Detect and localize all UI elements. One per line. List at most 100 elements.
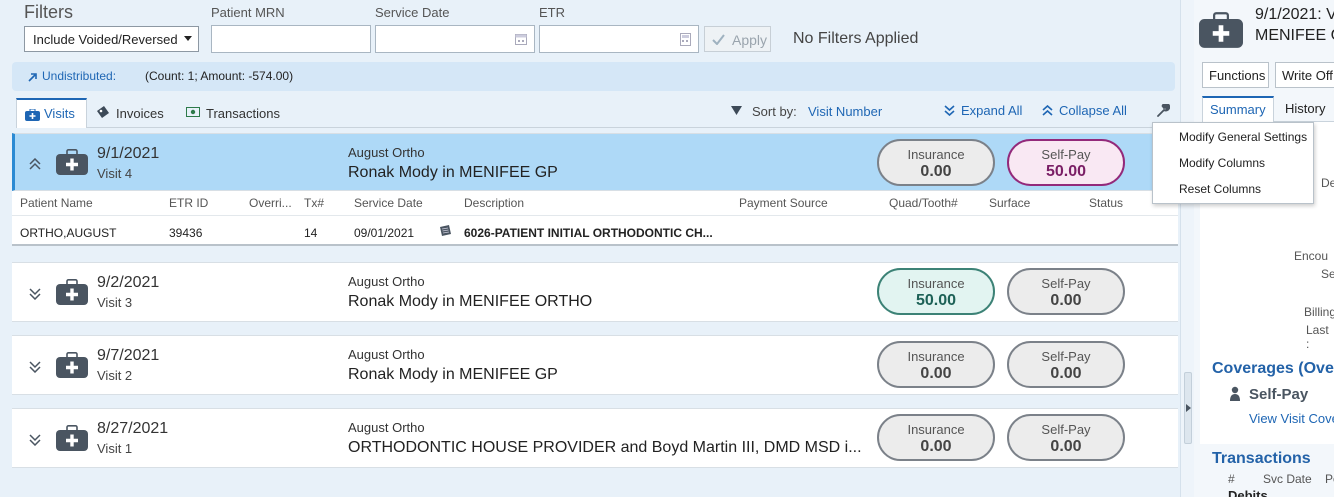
chevron-down-icon[interactable] [29, 361, 41, 373]
field-label: Last : [1306, 323, 1329, 351]
visit-date: 9/2/2021 [97, 274, 160, 291]
apply-label: Apply [732, 32, 768, 48]
visit-provider: ORTHODONTIC HOUSE PROVIDER and Boyd Mart… [348, 439, 862, 456]
insurance-balance[interactable]: Insurance 50.00 [877, 268, 995, 315]
mrn-input[interactable] [211, 25, 371, 53]
chevron-down-icon[interactable] [29, 434, 41, 446]
service-date-input[interactable] [375, 25, 535, 53]
cell-tx: 14 [304, 226, 318, 240]
column-header[interactable]: Tx# [304, 196, 324, 210]
tab-history[interactable]: History [1285, 101, 1325, 116]
visit-practice: August Ortho [348, 274, 425, 289]
functions-button[interactable]: Functions [1202, 62, 1269, 88]
insurance-balance[interactable]: Insurance 0.00 [877, 341, 995, 388]
selfpay-label: Self-Pay [1041, 276, 1091, 291]
selfpay-balance[interactable]: Self-Pay 0.00 [1007, 268, 1125, 315]
voided-filter-select[interactable]: Include Voided/Reversed [24, 26, 199, 52]
debits-label: Debits [1228, 488, 1268, 497]
coverage-selfpay: Self-Pay [1249, 386, 1309, 403]
cell-description: 6026-PATIENT INITIAL ORTHODONTIC CH... [464, 226, 713, 240]
wrench-icon[interactable] [1156, 104, 1170, 118]
column-header[interactable]: Status [1089, 196, 1123, 210]
menu-item-modify-columns[interactable]: Modify Columns [1179, 156, 1265, 170]
dropdown-arrow-icon [184, 36, 192, 41]
visit-card[interactable]: 9/2/2021 Visit 3 August Ortho Ronak Mody… [12, 262, 1178, 322]
cell-patient: ORTHO,AUGUST [20, 226, 117, 240]
column-header[interactable]: Surface [989, 196, 1030, 210]
medkit-icon [56, 149, 88, 175]
calculator-icon[interactable] [680, 33, 691, 46]
selfpay-balance[interactable]: Self-Pay 0.00 [1007, 414, 1125, 461]
note-icon[interactable] [439, 224, 452, 237]
panel-title-line2: MENIFEE G [1255, 27, 1334, 44]
pane-splitter[interactable] [1180, 0, 1194, 497]
column-header[interactable]: Payment Source [739, 196, 828, 210]
field-label: Billing [1304, 305, 1334, 319]
column-header[interactable]: Description [464, 196, 524, 210]
calendar-icon[interactable] [515, 33, 527, 45]
column-header[interactable]: Patient Name [20, 196, 93, 210]
undistributed-bar: Undistributed: (Count: 1; Amount: -574.0… [12, 62, 1175, 91]
selfpay-label: Self-Pay [1041, 422, 1091, 437]
selfpay-amount: 50.00 [1045, 163, 1087, 180]
view-visit-coverage-link[interactable]: View Visit Cove [1249, 411, 1334, 426]
medkit-icon [56, 279, 88, 305]
visit-card[interactable]: 9/7/2021 Visit 2 August Ortho Ronak Mody… [12, 335, 1178, 395]
selfpay-amount: 0.00 [1050, 438, 1082, 455]
menu-item-reset-columns[interactable]: Reset Columns [1179, 182, 1261, 196]
tx-column-header[interactable]: # [1228, 472, 1235, 486]
selfpay-amount: 0.00 [1050, 292, 1082, 309]
menu-item-modify-general-settings[interactable]: Modify General Settings [1179, 130, 1307, 144]
column-header[interactable]: Overri... [249, 196, 292, 210]
chevron-right-icon[interactable] [1186, 404, 1191, 412]
insurance-label: Insurance [907, 147, 965, 162]
selfpay-label: Self-Pay [1041, 349, 1091, 364]
filters-title: Filters [24, 2, 73, 22]
undistributed-link[interactable]: Undistributed: [42, 69, 116, 83]
visit-date: 9/1/2021 [97, 145, 160, 162]
visit-number: Visit 4 [97, 166, 133, 181]
column-header[interactable]: Quad/Tooth# [889, 196, 958, 210]
cell-etr: 39436 [169, 226, 203, 240]
visit-card[interactable]: 8/27/2021 Visit 1 August Ortho ORTHODONT… [12, 408, 1178, 468]
selfpay-label: Self-Pay [1041, 147, 1091, 162]
visit-date: 9/7/2021 [97, 347, 160, 364]
insurance-balance[interactable]: Insurance 0.00 [877, 139, 995, 186]
visit-card-selected[interactable]: 9/1/2021 Visit 4 August Ortho Ronak Mody… [12, 133, 1178, 191]
etr-label: ETR [539, 5, 565, 20]
splitter-handle[interactable] [1184, 372, 1192, 444]
chevron-down-icon[interactable] [29, 288, 41, 300]
tab-summary[interactable]: Summary [1202, 96, 1274, 122]
medkit-icon [56, 425, 88, 451]
tab-invoices-label: Invoices [116, 106, 164, 121]
sort-value-link[interactable]: Visit Number [808, 104, 882, 119]
medkit-icon [1199, 12, 1243, 48]
collapse-all-label: Collapse All [1059, 103, 1127, 118]
apply-button[interactable]: Apply [704, 26, 771, 52]
double-chevron-down-icon [944, 105, 955, 116]
table-header-divider [12, 215, 1178, 216]
insurance-label: Insurance [907, 349, 965, 364]
chevron-up-icon[interactable] [29, 158, 41, 170]
service-date-label: Service Date [375, 5, 450, 20]
write-off-button[interactable]: Write Off [1275, 62, 1334, 88]
insurance-balance[interactable]: Insurance 0.00 [877, 414, 995, 461]
visits-pane: Filters Include Voided/Reversed Patient … [0, 0, 1180, 497]
insurance-amount: 0.00 [920, 438, 952, 455]
tab-visits[interactable]: Visits [16, 98, 87, 128]
visit-detail-panel: 9/1/2021: V MENIFEE G Functions Write Of… [1194, 0, 1334, 497]
selfpay-balance[interactable]: Self-Pay 0.00 [1007, 341, 1125, 388]
column-header[interactable]: ETR ID [169, 196, 208, 210]
tx-column-header[interactable]: Po [1325, 472, 1334, 486]
expand-all-label: Expand All [961, 103, 1023, 118]
tx-column-header[interactable]: Svc Date [1263, 472, 1312, 486]
insurance-label: Insurance [907, 422, 965, 437]
panel-title-line1: 9/1/2021: V [1255, 6, 1334, 23]
etr-input[interactable] [539, 25, 699, 53]
undistributed-arrow-icon [28, 73, 37, 82]
column-header[interactable]: Service Date [354, 196, 423, 210]
visit-date: 8/27/2021 [97, 420, 169, 437]
selfpay-balance[interactable]: Self-Pay 50.00 [1007, 139, 1125, 186]
visit-provider: Ronak Mody in MENIFEE ORTHO [348, 293, 593, 310]
cash-icon [186, 107, 200, 117]
